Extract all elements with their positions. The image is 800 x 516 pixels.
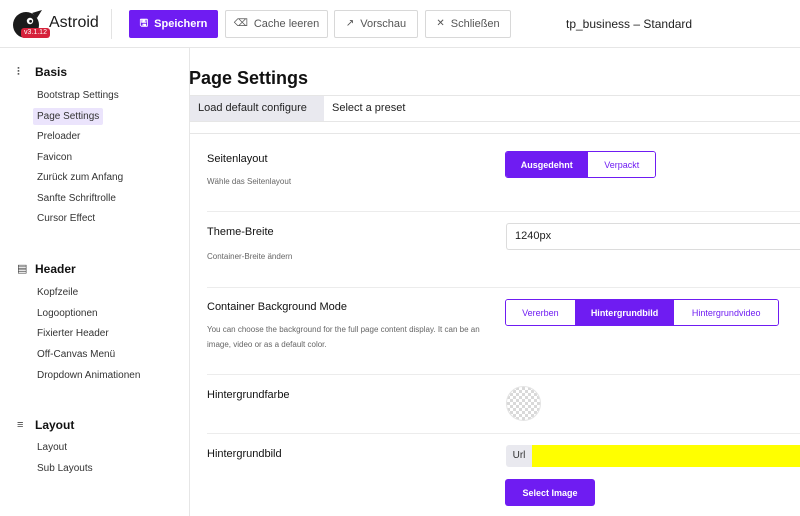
top-toolbar: v3.1.12 Astroid 🖫 Speichern ⌫ Cache leer…	[0, 0, 800, 48]
option-hintergrundvideo[interactable]: Hintergrundvideo	[673, 300, 778, 325]
version-badge: v3.1.12	[21, 28, 50, 38]
theme-width-input[interactable]: 1240px	[506, 223, 800, 250]
field-desc-bgmode: You can choose the background for the fu…	[207, 325, 480, 349]
preset-tabs: Load default configure Select a preset	[189, 95, 800, 122]
sidebar-section-title: Layout	[35, 418, 75, 432]
field-title-bgmode: Container Background Mode	[207, 301, 348, 313]
sidebar-section-title: Header	[35, 262, 76, 276]
url-prefix-label: Url	[506, 445, 532, 467]
tab-select-preset[interactable]: Select a preset	[324, 96, 413, 121]
sidebar-section-basis[interactable]: ⫶ Basis	[17, 65, 67, 79]
close-icon: ✕	[436, 18, 445, 29]
row-divider	[207, 211, 800, 212]
field-title-layout: Seitenlayout	[207, 153, 268, 165]
sidebar-item-favicon[interactable]: Favicon	[33, 149, 76, 166]
clear-cache-button[interactable]: ⌫ Cache leeren	[225, 10, 328, 38]
sidebar-item-logo-options[interactable]: Logooptionen	[33, 305, 102, 322]
sidebar-item-preloader[interactable]: Preloader	[33, 128, 84, 145]
sliders-icon: ⫶	[17, 66, 20, 78]
clear-cache-label: Cache leeren	[253, 18, 320, 30]
sidebar-section-layout[interactable]: ≡ Layout	[17, 418, 74, 432]
sidebar-item-dropdown-animations[interactable]: Dropdown Animationen	[33, 367, 144, 384]
preview-label: Vorschau	[360, 18, 407, 30]
field-title-bgcolor: Hintergrundfarbe	[207, 389, 290, 401]
row-divider	[207, 433, 800, 434]
sidebar-item-back-to-top[interactable]: Zurück zum Anfang	[33, 169, 127, 186]
save-button-label: Speichern	[154, 18, 208, 30]
header-layout-icon: ▤	[17, 263, 28, 275]
page-title: Page Settings	[189, 68, 309, 88]
sidebar-item-page-settings[interactable]: Page Settings	[33, 108, 104, 125]
save-icon: 🖫	[139, 18, 149, 29]
option-vererben[interactable]: Vererben	[506, 300, 575, 325]
sidebar-item-sub-layouts[interactable]: Sub Layouts	[33, 460, 97, 477]
eraser-icon: ⌫	[233, 18, 248, 29]
layers-icon: ≡	[17, 419, 24, 431]
color-picker-swatch[interactable]	[506, 386, 541, 421]
sidebar-item-off-canvas-menu[interactable]: Off-Canvas Menü	[33, 346, 119, 363]
sidebar-item-smooth-scroll[interactable]: Sanfte Schriftrolle	[33, 190, 120, 207]
option-hintergrundbild[interactable]: Hintergrundbild	[574, 300, 674, 325]
save-button[interactable]: 🖫 Speichern	[129, 10, 218, 38]
background-mode-toggle: Vererben Hintergrundbild Hintergrundvide…	[505, 299, 779, 326]
sidebar-item-layout[interactable]: Layout	[33, 439, 71, 456]
sidebar-item-cursor-effect[interactable]: Cursor Effect	[33, 210, 99, 227]
close-button[interactable]: ✕ Schließen	[425, 10, 511, 38]
preview-button[interactable]: ↗ Vorschau	[334, 10, 418, 38]
sidebar-item-sticky-header[interactable]: Fixierter Header	[33, 325, 113, 342]
layout-toggle: Ausgedehnt Verpackt	[505, 151, 656, 178]
sidebar-item-kopfzeile[interactable]: Kopfzeile	[33, 284, 82, 301]
app-name: Astroid	[49, 14, 99, 31]
field-title-bgimage: Hintergrundbild	[207, 448, 282, 460]
row-divider	[207, 374, 800, 375]
close-label: Schließen	[450, 18, 500, 30]
toolbar-divider	[111, 9, 112, 39]
tab-load-default[interactable]: Load default configure	[190, 96, 324, 121]
field-title-width: Theme-Breite	[207, 226, 274, 238]
template-title: tp_business – Standard	[566, 17, 693, 31]
select-image-button[interactable]: Select Image	[505, 479, 595, 506]
row-divider	[207, 287, 800, 288]
option-verpackt[interactable]: Verpackt	[587, 152, 655, 177]
option-ausgedehnt[interactable]: Ausgedehnt	[506, 152, 588, 177]
external-link-icon: ↗	[345, 18, 355, 29]
field-desc-layout: Wähle das Seitenlayout	[207, 177, 292, 186]
sidebar-section-header[interactable]: ▤ Header	[17, 262, 76, 276]
sidebar-section-title: Basis	[35, 65, 68, 79]
field-desc-width: Container-Breite ändern	[207, 252, 293, 261]
background-image-url-input[interactable]	[532, 445, 800, 467]
sidebar-item-bootstrap-settings[interactable]: Bootstrap Settings	[33, 87, 123, 104]
